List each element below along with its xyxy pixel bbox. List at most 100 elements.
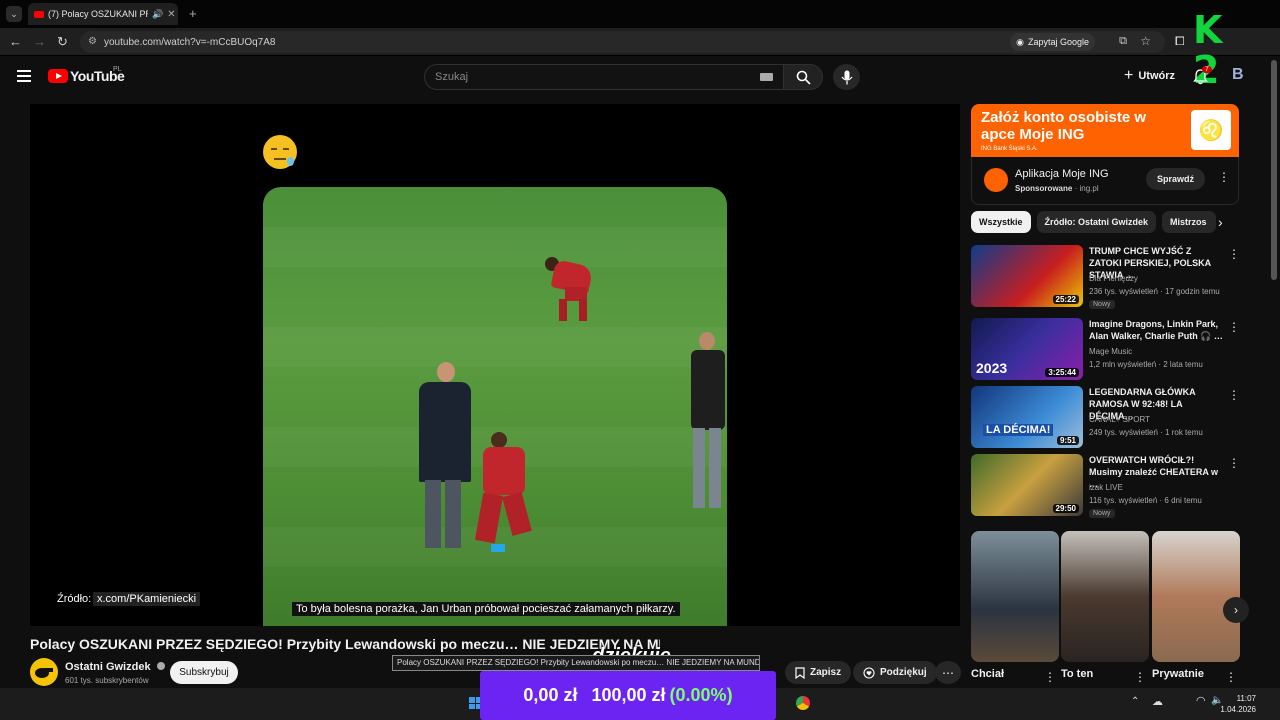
short-menu-icon[interactable]: ⋮	[1044, 670, 1056, 684]
chip-mistrzostwa[interactable]: Mistrzos	[1162, 211, 1217, 233]
recommendation-menu-icon[interactable]: ⋮	[1228, 456, 1240, 470]
short-title: Prywatnie	[1152, 668, 1204, 680]
duration-badge: 3:25:44	[1045, 368, 1079, 377]
keyboard-icon[interactable]	[760, 73, 773, 81]
cloud-icon[interactable]: ☁	[1152, 695, 1163, 708]
ad-bank-name: ING Bank Śląski S.A.	[981, 146, 1038, 152]
recommendation-thumbnail[interactable]: LA DÉCIMA! 9:51	[971, 386, 1083, 448]
recommendation-meta: 116 tys. wyświetleń · 6 dni temu	[1089, 496, 1202, 505]
ad-app-icon	[984, 168, 1008, 192]
player-crouching	[545, 257, 601, 327]
ask-google-chip[interactable]: ◉ Zapytaj Google	[1010, 33, 1095, 51]
account-avatar[interactable]: B	[1232, 66, 1244, 84]
short-thumbnail[interactable]	[1152, 531, 1240, 662]
thumbnail-caption: LA DÉCIMA!	[983, 424, 1054, 436]
wifi-icon[interactable]: ◠	[1196, 694, 1206, 707]
google-lens-icon: ◉	[1016, 36, 1024, 47]
recommendation-item[interactable]: LA DÉCIMA! 9:51 LEGENDARNA GŁÓWKA RAMOSA…	[971, 386, 1240, 450]
new-tab-button[interactable]: +	[189, 6, 197, 21]
channel-name-text: Ostatni Gwizdek	[65, 661, 151, 673]
short-menu-icon[interactable]: ⋮	[1225, 670, 1237, 684]
sad-emoji	[263, 135, 297, 169]
search-input[interactable]: Szukaj	[424, 64, 784, 90]
video-frame-football-pitch	[263, 187, 727, 626]
ad-cta-button[interactable]: Sprawdź	[1146, 168, 1206, 190]
search-placeholder: Szukaj	[435, 71, 469, 83]
create-button[interactable]: + Utwórz	[1116, 64, 1183, 88]
recommendation-channel: Mage Music	[1089, 347, 1133, 356]
notification-count-badge: 7	[1202, 66, 1212, 73]
bookmark-icon	[795, 666, 805, 679]
duration-badge: 9:51	[1056, 436, 1079, 445]
notifications-button[interactable]: 7	[1193, 66, 1212, 90]
sponsored-label: Sponsorowane	[1015, 184, 1073, 193]
bookmark-star-icon[interactable]: ☆	[1140, 34, 1151, 48]
title-tooltip: Polacy OSZUKANI PRZEZ SĘDZIEGO! Przybity…	[392, 655, 760, 671]
install-icon[interactable]: ⧉	[1119, 35, 1127, 48]
ad-sponsored: Sponsorowane · ing.pl	[1015, 184, 1099, 193]
chips-next-icon[interactable]: ›	[1218, 214, 1223, 230]
menu-icon[interactable]	[17, 70, 31, 82]
duration-badge: 25:22	[1052, 295, 1079, 304]
reload-icon[interactable]: ↻	[57, 35, 68, 48]
chip-from-channel[interactable]: Źródło: Ostatni Gwizdek	[1036, 211, 1157, 233]
verified-icon	[156, 662, 165, 670]
video-player[interactable]	[30, 104, 960, 626]
source-url: x.com/PKamieniecki	[93, 592, 201, 606]
thanks-button[interactable]: Podziękuj	[853, 661, 937, 684]
donation-goal: 100,00 zł	[591, 685, 666, 705]
youtube-logo-icon[interactable]	[48, 69, 68, 83]
thumbnail-year: 2023	[976, 360, 1008, 376]
channel-name[interactable]: Ostatni Gwizdek	[65, 661, 165, 673]
recommendation-item[interactable]: 2023 3:25:44 Imagine Dragons, Linkin Par…	[971, 318, 1240, 382]
ad-more-icon[interactable]: ⋮	[1218, 170, 1230, 184]
forward-icon[interactable]: →	[33, 35, 46, 48]
short-thumbnail[interactable]	[1061, 531, 1149, 662]
chip-all[interactable]: Wszystkie	[971, 211, 1031, 233]
address-bar[interactable]: ⚙ youtube.com/watch?v=-mCcBUOq7A8 ◉ Zapy…	[80, 31, 1165, 53]
ad-banner[interactable]: Załóż konto osobiste w apce Moje ING ING…	[971, 104, 1239, 157]
microphone-icon	[841, 70, 852, 84]
recommendation-thumbnail[interactable]: 29:50	[971, 454, 1083, 516]
recommendation-menu-icon[interactable]: ⋮	[1228, 247, 1240, 261]
subscribe-button[interactable]: Subskrybuj	[170, 661, 238, 684]
site-info-icon[interactable]: ⚙	[88, 36, 97, 47]
search-button[interactable]	[783, 64, 823, 90]
close-tab-icon[interactable]: ✕	[167, 9, 175, 20]
tray-chevron-icon[interactable]: ⌃	[1131, 696, 1139, 707]
voice-search-button[interactable]	[833, 64, 860, 90]
system-clock[interactable]: 11:07 1.04.2026	[1220, 693, 1256, 715]
recommendation-item[interactable]: 25:22 TRUMP CHCE WYJŚĆ Z ZATOKI PERSKIEJ…	[971, 245, 1240, 309]
shorts-next-button[interactable]: ›	[1223, 597, 1249, 623]
more-actions-button[interactable]: ⋯	[935, 661, 961, 684]
clock-time: 11:07	[1236, 694, 1256, 703]
browser-tab-active[interactable]: (7) Polacy OSZUKANI PRZEZ 🔊 ✕	[28, 3, 178, 25]
short-menu-icon[interactable]: ⋮	[1134, 670, 1146, 684]
short-title: Chciał	[971, 668, 1005, 680]
recommendation-thumbnail[interactable]: 25:22	[971, 245, 1083, 307]
tab-list-button[interactable]: ⌄	[6, 6, 22, 22]
short-thumbnail[interactable]	[971, 531, 1059, 662]
extensions-icon[interactable]: ⧠	[1175, 34, 1185, 49]
create-label: Utwórz	[1138, 70, 1176, 82]
speaker-icon[interactable]: 🔊	[152, 9, 163, 20]
ask-google-label: Zapytaj Google	[1027, 37, 1089, 47]
browser-toolbar: ← → ↻ ⚙ youtube.com/watch?v=-mCcBUOq7A8 …	[0, 28, 1280, 56]
recommendation-thumbnail[interactable]: 2023 3:25:44	[971, 318, 1083, 380]
plus-icon: +	[1124, 67, 1134, 84]
recommendation-channel: Dla Pieniędzy	[1089, 274, 1138, 283]
new-badge: Nowy	[1089, 300, 1115, 309]
page-scrollbar[interactable]	[1271, 60, 1277, 280]
save-button[interactable]: Zapisz	[785, 661, 852, 684]
recommendation-item[interactable]: 29:50 OVERWATCH WRÓCIŁ?! Musimy znaleźć …	[971, 454, 1240, 518]
channel-avatar[interactable]	[30, 658, 58, 686]
chrome-taskbar-icon[interactable]	[796, 696, 810, 710]
back-icon[interactable]: ←	[9, 35, 22, 48]
player-kneeling	[473, 432, 543, 557]
recommendation-meta: 1,2 mln wyświetleń · 2 lata temu	[1089, 360, 1203, 369]
short-title: To ten	[1061, 668, 1094, 680]
ad-card[interactable]: Aplikacja Moje ING Sponsorowane · ing.pl…	[971, 157, 1239, 205]
recommendation-menu-icon[interactable]: ⋮	[1228, 320, 1240, 334]
ad-headline: Załóż konto osobiste w apce Moje ING	[981, 109, 1147, 143]
recommendation-menu-icon[interactable]: ⋮	[1228, 388, 1240, 402]
